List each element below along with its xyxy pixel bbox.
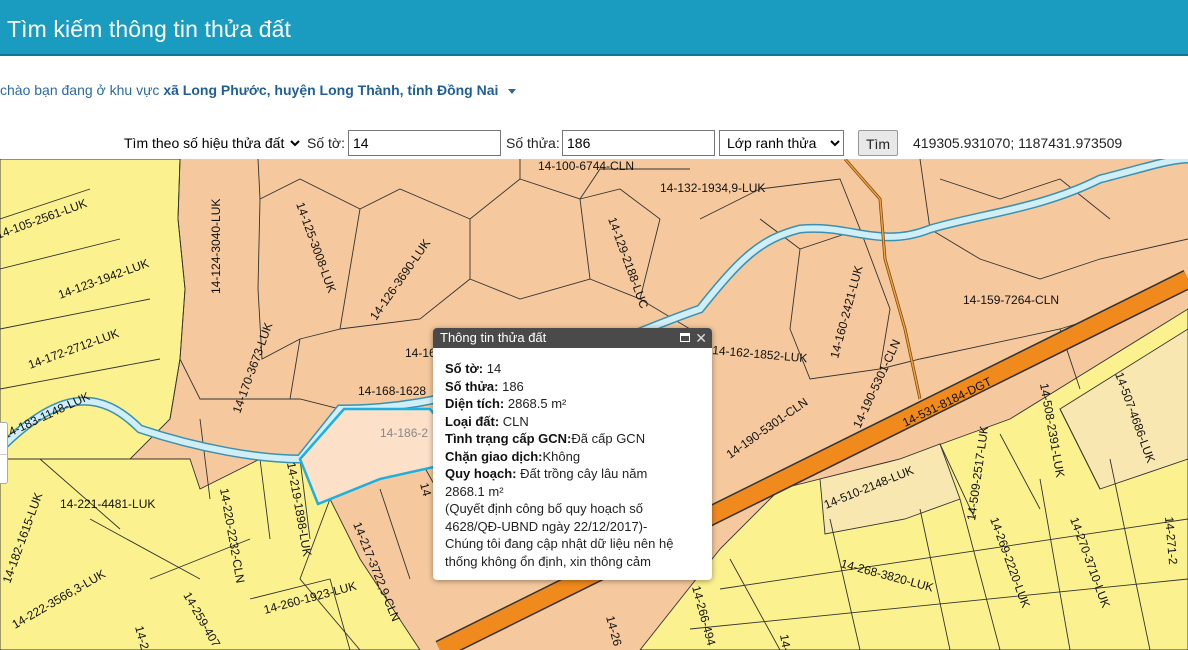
so-thua-label: Số thửa: [506, 135, 560, 151]
loai-dat-value: CLN [502, 413, 529, 429]
location-area[interactable]: xã Long Phước, huyện Long Thành, tỉnh Đồ… [163, 82, 498, 98]
parcel-label: 14-129-2188-LUC [605, 215, 651, 310]
row-quy-hoach: Quy hoạch: Đất trồng cây lâu năm [445, 465, 700, 483]
note-line: thống không ổn định, xin thông cảm [445, 553, 651, 569]
row-so-thua: Số thửa: 186 [445, 378, 700, 396]
row-so-to: Số tờ: 14 [445, 360, 700, 378]
parcel-label: 14-531-8184-DGT [900, 374, 994, 430]
quy-hoach-value: Đất trồng cây lâu năm [520, 466, 648, 481]
parcel-label: 14-125-3008-LUK [293, 200, 339, 294]
location-selector[interactable]: chào bạn đang ở khu vực xã Long Phước, h… [0, 82, 517, 98]
note-line: Chúng tôi đang cập nhật dữ liệu nên hệ [445, 536, 674, 551]
parcel-label: 14-170-3673-LUK [230, 321, 276, 415]
layer-select[interactable]: Lớp ranh thửa [719, 130, 844, 156]
parcel-label: 14-132-1934,9-LUK [660, 181, 765, 195]
parcel-label: 14-100-6744-CLN [538, 159, 634, 173]
loai-dat-label: Loại đất: [445, 413, 500, 429]
coordinates-readout: 419305.931070; 1187431.973509 [913, 135, 1123, 151]
search-bar: Tìm theo số hiệu thửa đất Số tờ: Số thửa… [0, 130, 1188, 158]
so-to-label: Số tờ: [445, 361, 484, 376]
parcel-label: 14-160-2421-LUK [827, 264, 865, 360]
dien-tich-label: Diện tích: [445, 396, 505, 411]
quy-hoach-area: 2868.1 m² [445, 483, 504, 499]
parcel-label: 14-190-5301-CLN [724, 395, 811, 462]
parcel-label: 14-221-4481-LUK [60, 497, 155, 511]
so-to-label: Số tờ: [307, 135, 345, 151]
parcel-label: 14-159-7264-CLN [963, 293, 1059, 307]
parcel-label: 14-168-1628 [358, 384, 426, 398]
caret-down-icon[interactable] [508, 88, 517, 94]
search-mode-select[interactable]: Tìm theo số hiệu thửa đất [118, 130, 303, 156]
parcel-label: 14-124-3040-LUK [209, 199, 223, 294]
note-line: 4628/QĐ-UBND ngày 22/12/2017)- [445, 518, 648, 534]
zoom-divider [0, 454, 7, 455]
note-line: (Quyết định công bố quy hoạch số [445, 501, 644, 516]
popup-title: Thông tin thửa đất [440, 330, 547, 345]
app-header: Tìm kiếm thông tin thửa đất [0, 0, 1188, 56]
parcel-label: 14-162-1852-LUK [712, 343, 808, 365]
chan-giao-dich-label: Chặn giao dịch: [445, 448, 543, 464]
parcel-label: 14-26 [603, 614, 625, 648]
popup-body: Số tờ: 14 Số thửa: 186 Diện tích: 2868.5… [433, 348, 712, 570]
parcel-label: 14-126-3690-LUK [367, 237, 433, 323]
page-title: Tìm kiếm thông tin thửa đất [7, 16, 292, 42]
dien-tich-value: 2868.5 m² [507, 396, 567, 411]
parcel-label: 14-16 [405, 346, 436, 360]
popup-titlebar: Thông tin thửa đất ✕ [433, 328, 712, 348]
gcn-label: Tình trạng cấp GCN: [445, 431, 572, 446]
chan-giao-dich-value: Không [542, 448, 581, 464]
row-chan-giao-dich: Chặn giao dịch:Không [445, 448, 700, 466]
so-thua-input[interactable] [562, 130, 715, 156]
so-thua-value: 186 [502, 378, 524, 394]
gcn-value: Đã cấp GCN [571, 431, 646, 446]
location-prefix: chào bạn đang ở khu vực [0, 82, 160, 98]
so-to-value: 14 [486, 361, 502, 376]
parcel-label: 14 [417, 481, 434, 498]
parcel-label: 14-186-2 [380, 426, 428, 440]
row-loai-dat: Loại đất: CLN [445, 413, 700, 431]
maximize-icon[interactable] [680, 333, 690, 342]
close-icon[interactable]: ✕ [695, 328, 707, 348]
parcel-label: 14- [777, 633, 794, 650]
row-dien-tich: Diện tích: 2868.5 m² [445, 395, 700, 413]
so-thua-label: Số thửa: [445, 378, 499, 394]
zoom-control[interactable] [0, 422, 8, 484]
search-button[interactable]: Tìm [858, 130, 898, 156]
row-gcn: Tình trạng cấp GCN:Đã cấp GCN [445, 430, 700, 448]
quy-hoach-label: Quy hoạch: [445, 466, 517, 481]
so-to-input[interactable] [348, 130, 501, 156]
parcel-info-popup: Thông tin thửa đất ✕ Số tờ: 14 Số thửa: … [433, 328, 712, 580]
